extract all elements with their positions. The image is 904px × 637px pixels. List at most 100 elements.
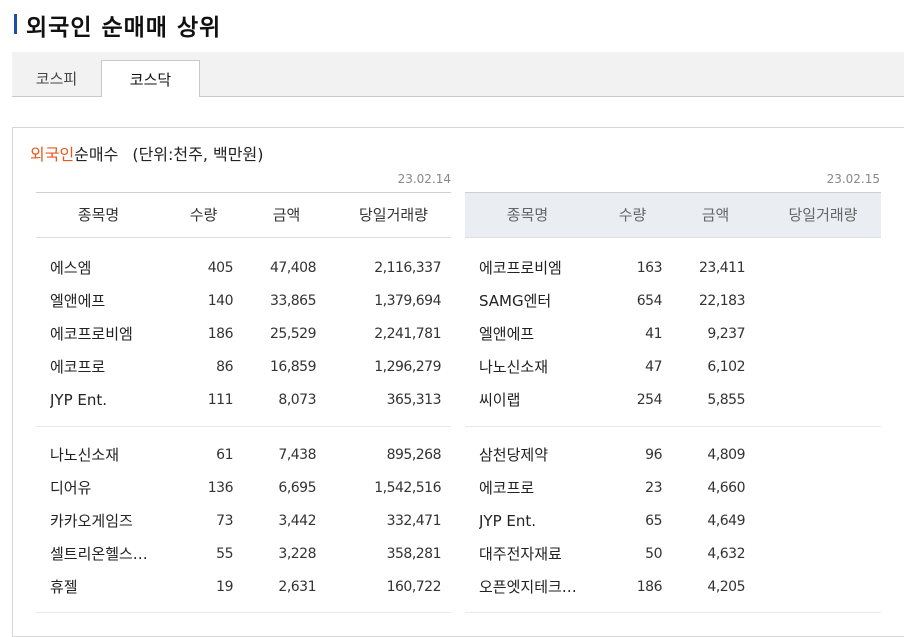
left-table-header: 종목명 수량 금액 당일거래량 bbox=[36, 192, 451, 238]
stock-name[interactable]: 셀트리온헬스… bbox=[50, 538, 175, 571]
quantity-cell: 19 bbox=[216, 579, 233, 595]
table-row[interactable]: 셀트리온헬스… 55 3,228 358,281 bbox=[36, 538, 451, 571]
stock-name[interactable]: JYP Ent. bbox=[50, 384, 175, 417]
header-amount: 금액 bbox=[701, 206, 730, 224]
quantity-cell: 163 bbox=[636, 260, 662, 276]
table-row[interactable]: 씨이랩 254 5,855 bbox=[465, 384, 880, 417]
table-row[interactable]: SAMG엔터 654 22,183 bbox=[465, 285, 880, 318]
stock-name[interactable]: 삼천당제약 bbox=[479, 439, 604, 472]
quantity-cell: 136 bbox=[207, 480, 233, 496]
amount-cell: 6,695 bbox=[278, 480, 316, 496]
table-row[interactable]: 디어유 136 6,695 1,542,516 bbox=[36, 472, 451, 505]
tab-kosdaq[interactable]: 코스닥 bbox=[101, 60, 200, 97]
volume-cell bbox=[765, 252, 870, 285]
volume-cell bbox=[765, 439, 870, 472]
volume-cell: 160,722 bbox=[386, 579, 441, 595]
stock-name[interactable]: 엘앤에프 bbox=[479, 318, 604, 351]
stock-name[interactable]: 씨이랩 bbox=[479, 384, 604, 417]
header-qty: 수량 bbox=[618, 206, 647, 224]
left-group-divider bbox=[36, 426, 451, 427]
amount-cell: 16,859 bbox=[270, 359, 316, 375]
quantity-cell: 41 bbox=[645, 326, 662, 342]
title-accent-bar bbox=[14, 14, 17, 34]
table-row[interactable]: 카카오게임즈 73 3,442 332,471 bbox=[36, 505, 451, 538]
table-row[interactable]: 에코프로 23 4,660 bbox=[465, 472, 880, 505]
header-volume: 당일거래량 bbox=[788, 206, 858, 224]
stock-name[interactable]: 디어유 bbox=[50, 472, 175, 505]
quantity-cell: 65 bbox=[645, 513, 662, 529]
volume-cell bbox=[765, 472, 870, 505]
stock-name[interactable]: 에코프로 bbox=[50, 351, 175, 384]
stock-name[interactable]: 대주전자재료 bbox=[479, 538, 604, 571]
quantity-cell: 140 bbox=[207, 293, 233, 309]
amount-cell: 8,073 bbox=[278, 392, 316, 408]
amount-cell: 33,865 bbox=[270, 293, 316, 309]
stock-name[interactable]: 오픈엣지테크… bbox=[479, 571, 604, 604]
volume-cell: 1,296,279 bbox=[374, 359, 441, 375]
volume-cell: 895,268 bbox=[386, 447, 441, 463]
stock-name[interactable]: 카카오게임즈 bbox=[50, 505, 175, 538]
stock-name[interactable]: 에스엠 bbox=[50, 252, 175, 285]
volume-cell: 1,379,694 bbox=[374, 293, 441, 309]
quantity-cell: 86 bbox=[216, 359, 233, 375]
table-row[interactable]: 에코프로비엠 186 25,529 2,241,781 bbox=[36, 318, 451, 351]
quantity-cell: 61 bbox=[216, 447, 233, 463]
stock-name[interactable]: 나노신소재 bbox=[479, 351, 604, 384]
amount-cell: 23,411 bbox=[699, 260, 745, 276]
quantity-cell: 73 bbox=[216, 513, 233, 529]
stock-name[interactable]: 에코프로비엠 bbox=[479, 252, 604, 285]
table-row[interactable]: 나노신소재 61 7,438 895,268 bbox=[36, 439, 451, 472]
amount-cell: 7,438 bbox=[278, 447, 316, 463]
table-row[interactable]: 에코프로비엠 163 23,411 bbox=[465, 252, 880, 285]
amount-cell: 6,102 bbox=[707, 359, 745, 375]
table-row[interactable]: 엘앤에프 140 33,865 1,379,694 bbox=[36, 285, 451, 318]
stock-name[interactable]: 에코프로 bbox=[479, 472, 604, 505]
volume-cell bbox=[765, 384, 870, 417]
right-table-header: 종목명 수량 금액 당일거래량 bbox=[465, 192, 881, 238]
table-row[interactable]: 에코프로 86 16,859 1,296,279 bbox=[36, 351, 451, 384]
volume-cell bbox=[765, 351, 870, 384]
volume-cell: 358,281 bbox=[386, 546, 441, 562]
table-row[interactable]: 오픈엣지테크… 186 4,205 bbox=[465, 571, 880, 604]
volume-cell bbox=[765, 285, 870, 318]
quantity-cell: 186 bbox=[207, 326, 233, 342]
stock-name[interactable]: 에코프로비엠 bbox=[50, 318, 175, 351]
header-amount: 금액 bbox=[272, 206, 301, 224]
volume-cell: 1,542,516 bbox=[374, 480, 441, 496]
volume-cell: 2,116,337 bbox=[374, 260, 441, 276]
amount-cell: 9,237 bbox=[707, 326, 745, 342]
table-row[interactable]: 휴젤 19 2,631 160,722 bbox=[36, 571, 451, 604]
amount-cell: 4,660 bbox=[707, 480, 745, 496]
header-name: 종목명 bbox=[77, 206, 120, 224]
volume-cell: 365,313 bbox=[386, 392, 441, 408]
tab-kospi[interactable]: 코스피 bbox=[12, 60, 101, 96]
quantity-cell: 186 bbox=[636, 579, 662, 595]
quantity-cell: 23 bbox=[645, 480, 662, 496]
volume-cell bbox=[765, 318, 870, 351]
quantity-cell: 47 bbox=[645, 359, 662, 375]
table-row[interactable]: 에스엠 405 47,408 2,116,337 bbox=[36, 252, 451, 285]
table-row[interactable]: 대주전자재료 50 4,632 bbox=[465, 538, 880, 571]
right-date: 23.02.15 bbox=[826, 172, 880, 186]
amount-cell: 4,205 bbox=[707, 579, 745, 595]
amount-cell: 3,442 bbox=[278, 513, 316, 529]
table-row[interactable]: 엘앤에프 41 9,237 bbox=[465, 318, 880, 351]
stock-name[interactable]: JYP Ent. bbox=[479, 505, 604, 538]
subtitle-text: 순매수 bbox=[74, 145, 119, 164]
table-row[interactable]: 나노신소재 47 6,102 bbox=[465, 351, 880, 384]
quantity-cell: 405 bbox=[207, 260, 233, 276]
stock-name[interactable]: 나노신소재 bbox=[50, 439, 175, 472]
table-row[interactable]: JYP Ent. 65 4,649 bbox=[465, 505, 880, 538]
stock-name[interactable]: SAMG엔터 bbox=[479, 285, 604, 318]
stock-name[interactable]: 엘앤에프 bbox=[50, 285, 175, 318]
header-volume: 당일거래량 bbox=[358, 206, 428, 224]
table-row[interactable]: 삼천당제약 96 4,809 bbox=[465, 439, 880, 472]
table-row[interactable]: JYP Ent. 111 8,073 365,313 bbox=[36, 384, 451, 417]
page-title: 외국인 순매매 상위 bbox=[26, 15, 222, 41]
quantity-cell: 111 bbox=[207, 392, 233, 408]
amount-cell: 4,809 bbox=[707, 447, 745, 463]
left-date: 23.02.14 bbox=[397, 172, 451, 186]
stock-name[interactable]: 휴젤 bbox=[50, 571, 175, 604]
quantity-cell: 50 bbox=[645, 546, 662, 562]
volume-cell: 332,471 bbox=[386, 513, 441, 529]
